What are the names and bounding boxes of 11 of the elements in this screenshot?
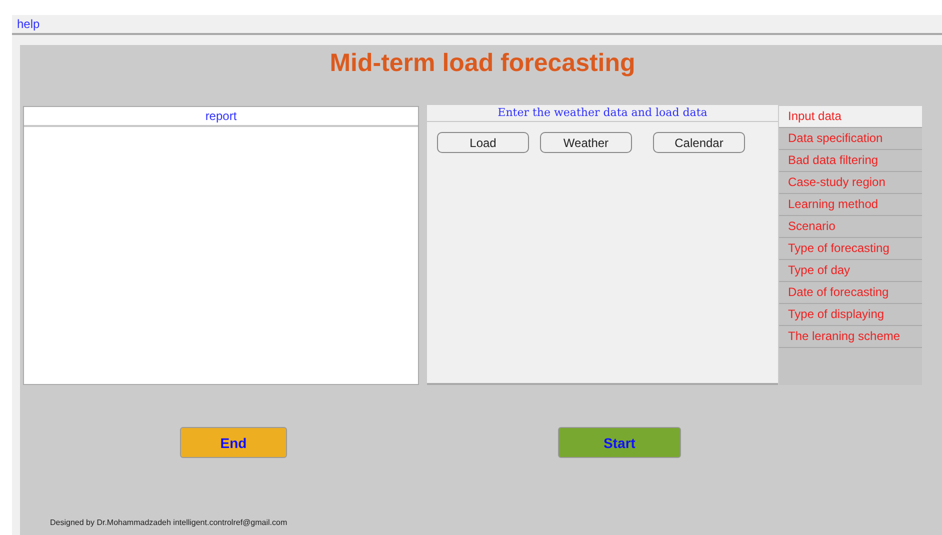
end-button[interactable]: End — [180, 427, 287, 458]
report-title: report — [24, 107, 418, 127]
data-button[interactable]: Calendar — [653, 132, 745, 153]
footer-text: Designed by Dr.Mohammadzadeh intelligent.controlref@gmail.com — [50, 518, 288, 527]
app-title: Mid-term load forecasting — [328, 49, 636, 79]
data-button[interactable]: Weather — [540, 132, 632, 153]
data-button[interactable]: Load — [437, 132, 529, 153]
start-button[interactable]: Start — [558, 427, 681, 458]
menu-item[interactable]: help — [17, 17, 40, 31]
tab[interactable]: Input data — [779, 106, 922, 128]
panel-title: Enter the weather data and load data — [427, 105, 778, 122]
